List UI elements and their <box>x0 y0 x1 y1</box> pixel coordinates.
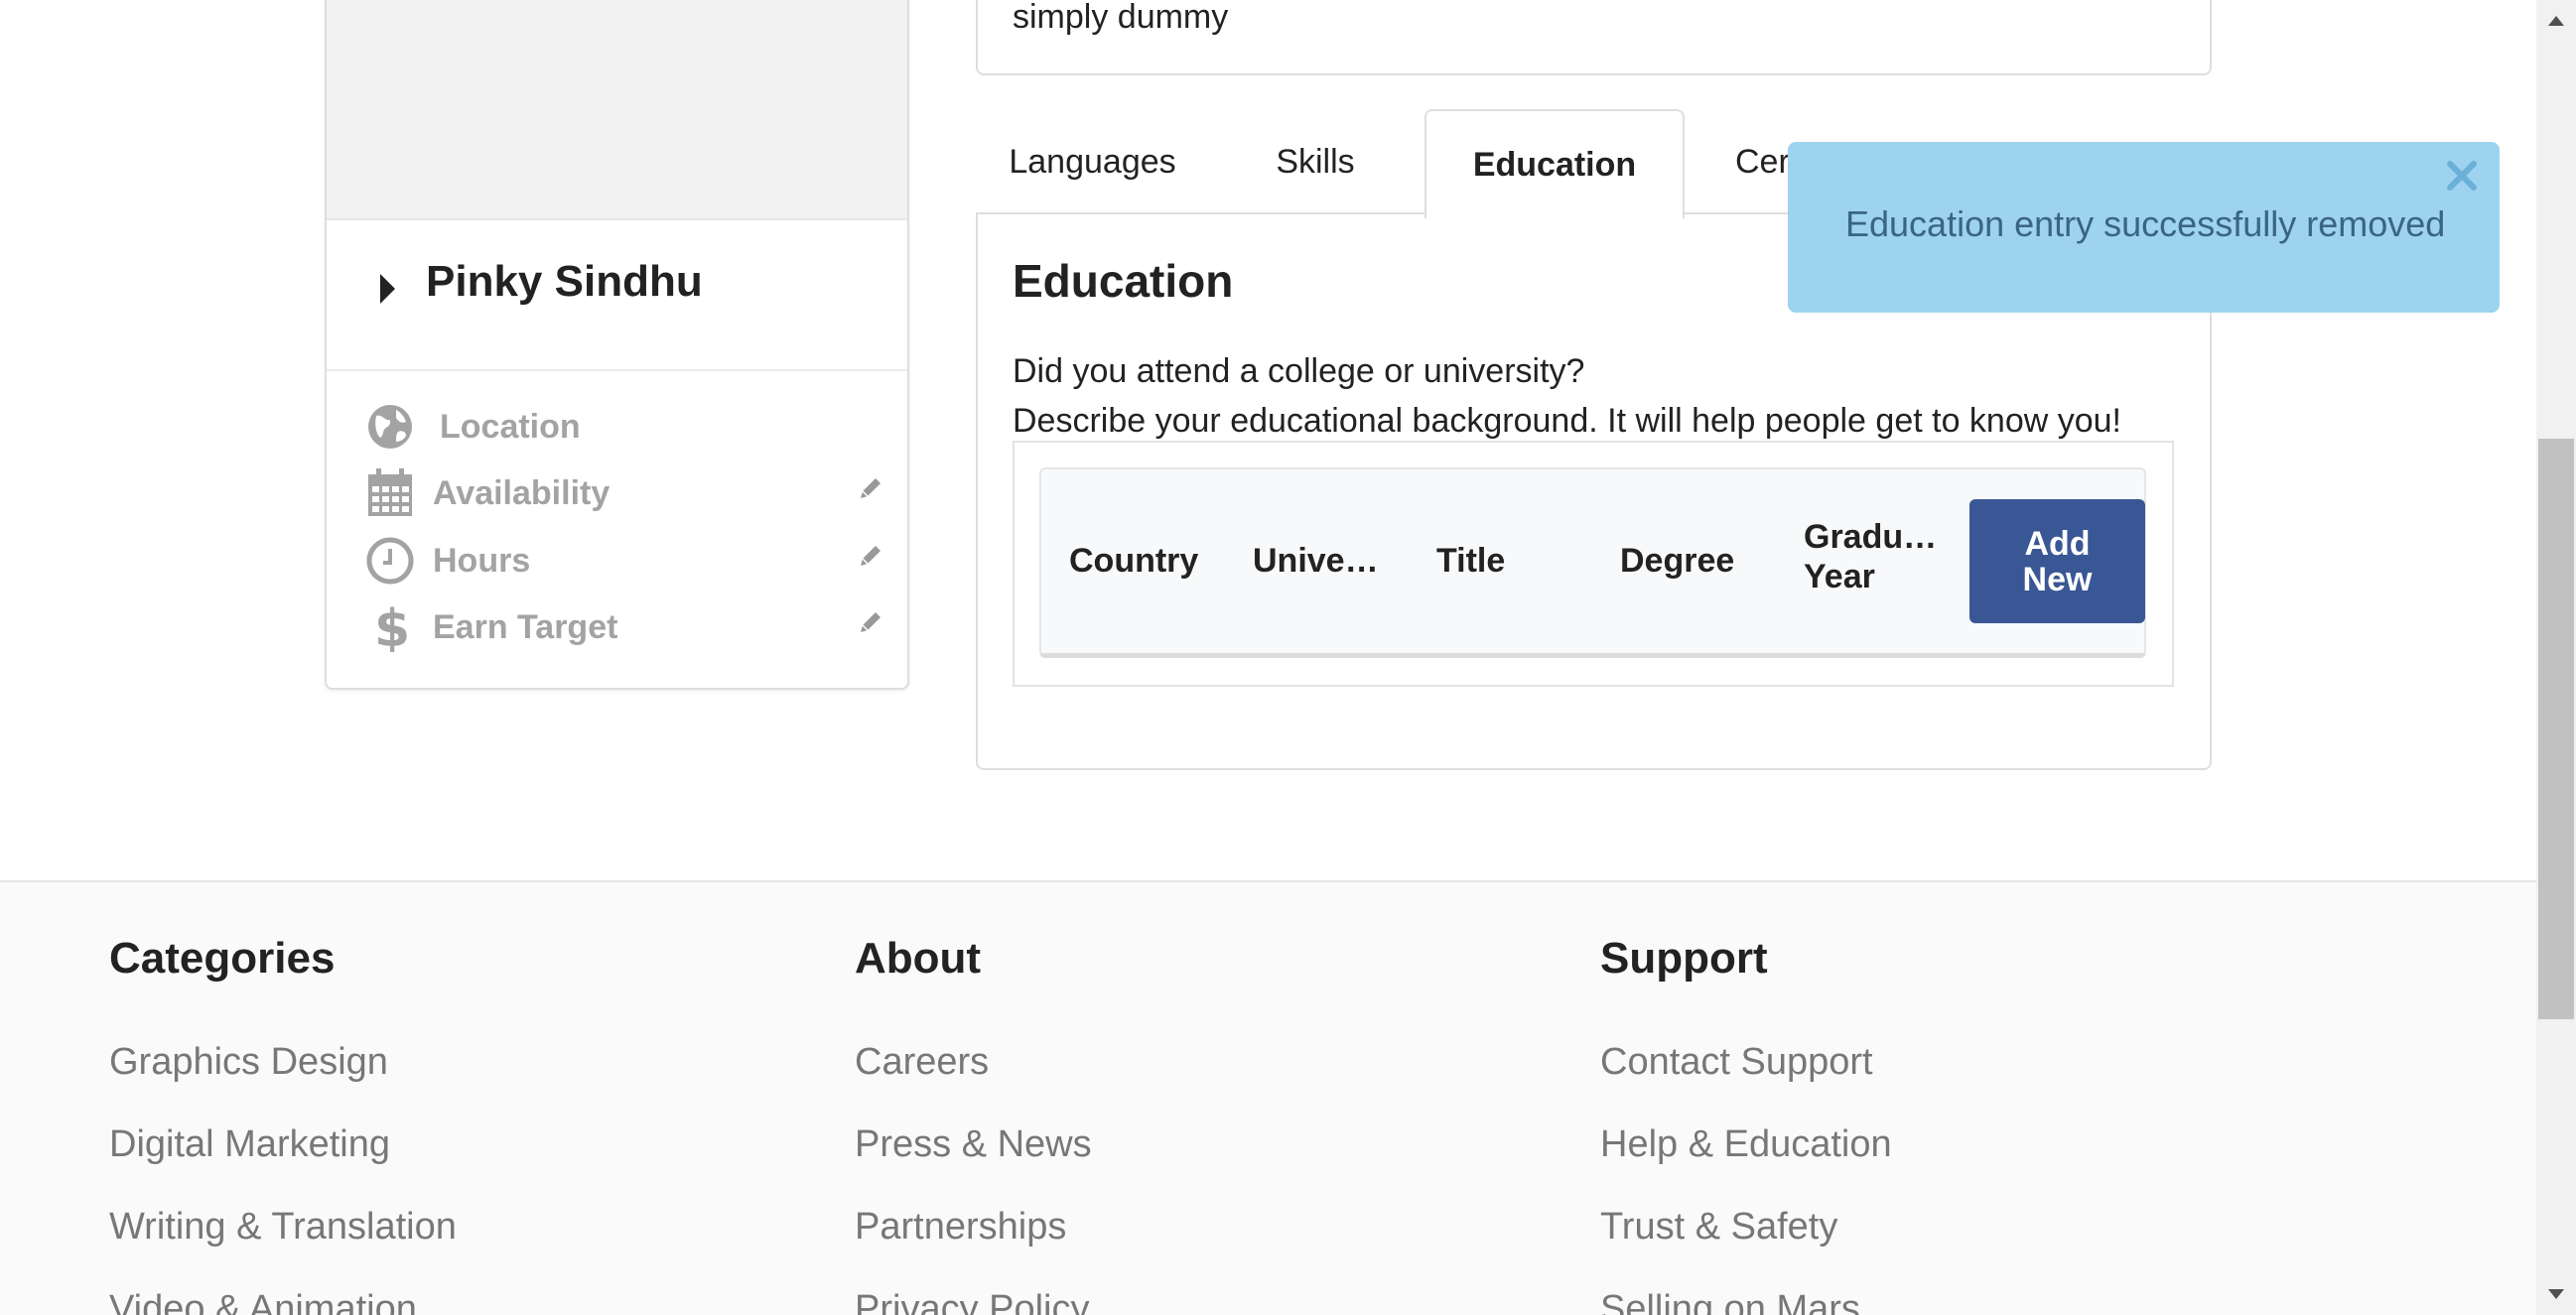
column-header-university: Unive… <box>1253 542 1379 580</box>
pencil-icon[interactable] <box>859 476 882 500</box>
dollar-icon: $ <box>374 602 410 652</box>
column-header-graduation-line1: Gradu… <box>1804 518 1938 556</box>
footer: Categories Graphics Design Digital Marke… <box>0 880 2536 1315</box>
profile-name-row[interactable]: Pinky Sindhu <box>327 222 907 371</box>
footer-link[interactable]: Selling on Mars <box>1600 1288 1860 1315</box>
meta-row-location: Location <box>366 402 882 452</box>
education-table-wrapper: Country Unive… Title Degree Gradu… Year … <box>1013 441 2174 687</box>
calendar-icon <box>368 468 412 516</box>
scroll-up-arrow-icon[interactable] <box>2548 16 2564 26</box>
add-new-label-line1: Add <box>2024 524 2091 563</box>
globe-icon <box>368 405 412 449</box>
education-hint: Describe your educational background. It… <box>1013 402 2122 440</box>
close-icon[interactable] <box>2444 158 2480 194</box>
education-table-header: Country Unive… Title Degree Gradu… Year … <box>1039 467 2146 658</box>
meta-row-hours: Hours <box>366 536 882 586</box>
clock-icon <box>366 537 414 585</box>
education-title: Education <box>1013 255 1234 307</box>
column-header-degree: Degree <box>1620 542 1735 580</box>
caret-right-icon[interactable] <box>380 274 395 304</box>
meta-label-earn-target: Earn Target <box>433 608 618 646</box>
tab-languages[interactable]: Languages <box>1009 109 1175 215</box>
footer-link[interactable]: Trust & Safety <box>1600 1206 1837 1249</box>
meta-row-earn-target: $ Earn Target <box>366 602 882 652</box>
meta-label-hours: Hours <box>433 542 531 580</box>
footer-link[interactable]: Careers <box>855 1041 989 1084</box>
summary-box: simply dummy <box>976 0 2212 75</box>
summary-text: simply dummy <box>1013 0 1229 36</box>
footer-link[interactable]: Video & Animation <box>109 1288 417 1315</box>
footer-heading-categories: Categories <box>109 934 336 983</box>
profile-card: Pinky Sindhu Location Availability Hours… <box>325 0 909 690</box>
footer-link[interactable]: Partnerships <box>855 1206 1066 1249</box>
footer-link[interactable]: Writing & Translation <box>109 1206 457 1249</box>
footer-heading-about: About <box>855 934 982 983</box>
add-new-label-line2: New <box>2022 560 2093 598</box>
footer-link[interactable]: Help & Education <box>1600 1123 1892 1166</box>
tab-skills[interactable]: Skills <box>1276 109 1355 215</box>
column-header-title: Title <box>1436 542 1506 580</box>
education-question: Did you attend a college or university? <box>1013 352 1585 390</box>
footer-link[interactable]: Digital Marketing <box>109 1123 390 1166</box>
column-header-graduation-line2: Year <box>1804 558 1875 595</box>
footer-link[interactable]: Privacy Policy <box>855 1288 1090 1315</box>
footer-link[interactable]: Press & News <box>855 1123 1092 1166</box>
meta-label-availability: Availability <box>433 474 610 512</box>
toast-message: Education entry successfully removed <box>1845 203 2446 244</box>
add-new-button[interactable]: Add New <box>1969 499 2145 623</box>
profile-photo <box>327 0 907 220</box>
scroll-down-arrow-icon[interactable] <box>2548 1289 2564 1299</box>
page-scrollbar[interactable] <box>2536 0 2576 1315</box>
profile-name: Pinky Sindhu <box>426 257 703 306</box>
pencil-icon[interactable] <box>859 610 882 634</box>
scroll-thumb[interactable] <box>2538 439 2574 1019</box>
column-header-country: Country <box>1069 542 1199 580</box>
footer-link[interactable]: Graphics Design <box>109 1041 388 1084</box>
education-description: Did you attend a college or university? … <box>1013 346 2121 446</box>
pencil-icon[interactable] <box>859 544 882 568</box>
tab-education[interactable]: Education <box>1424 109 1685 218</box>
meta-row-availability: Availability <box>366 468 882 518</box>
success-toast: Education entry successfully removed <box>1788 142 2500 313</box>
meta-label-location: Location <box>440 408 581 446</box>
footer-link[interactable]: Contact Support <box>1600 1041 1873 1084</box>
svg-text:$: $ <box>374 602 410 652</box>
footer-heading-support: Support <box>1600 934 1768 983</box>
column-header-graduation: Gradu… Year <box>1804 517 1937 596</box>
